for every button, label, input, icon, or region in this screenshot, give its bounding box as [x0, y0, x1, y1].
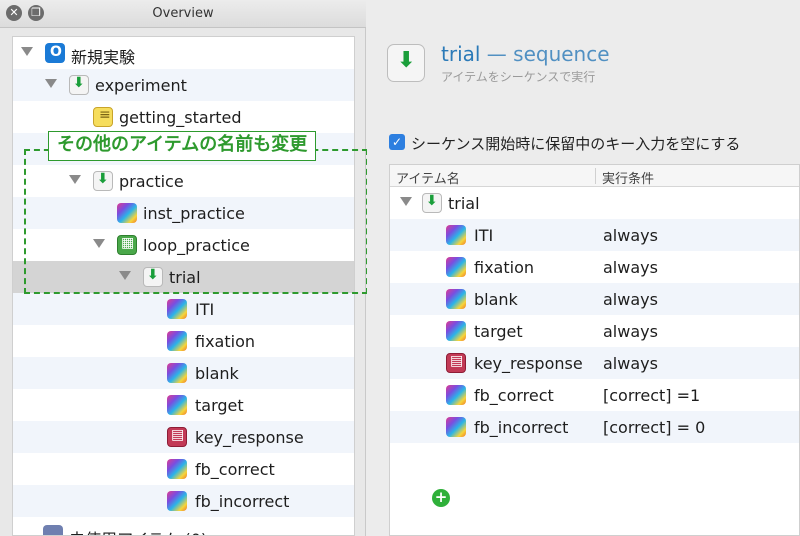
row-item-name: blank [474, 290, 518, 309]
table-row[interactable]: fixation always [390, 251, 799, 283]
table-row[interactable]: ITI always [390, 219, 799, 251]
table-row[interactable]: blank always [390, 283, 799, 315]
tree-item-label: 新規実験 [71, 48, 136, 67]
overview-panel: ✕ ❐ Overview 新規実験 experiment getting_sta… [0, 0, 368, 536]
row-run-if[interactable]: always [603, 322, 658, 341]
annotation-dashed-box [24, 149, 368, 294]
sketchpad-icon [446, 289, 466, 309]
sketchpad-icon [446, 321, 466, 341]
row-item-name: key_response [474, 354, 583, 373]
tree-item-label: fb_incorrect [195, 492, 290, 511]
tree-item-getting-started[interactable]: getting_started [13, 101, 354, 133]
row-run-if[interactable]: [correct] =1 [603, 386, 700, 405]
column-header-item-name[interactable]: アイテム名 [396, 168, 460, 187]
tree-item-fixation[interactable]: fixation [13, 325, 354, 357]
table-header: アイテム名 実行条件 [390, 165, 799, 187]
keyboard-response-icon [446, 353, 466, 373]
sketchpad-icon [446, 417, 466, 437]
tree-item-iti[interactable]: ITI [13, 293, 354, 325]
sketchpad-icon [446, 257, 466, 277]
tree-item-blank[interactable]: blank [13, 357, 354, 389]
expand-arrow-icon[interactable] [45, 79, 57, 88]
flush-keyboard-label[interactable]: シーケンス開始時に保留中のキー入力を空にする [411, 133, 740, 154]
row-run-if[interactable]: always [603, 258, 658, 277]
row-item-name: target [474, 322, 523, 341]
tree-item-experiment[interactable]: experiment [13, 69, 354, 101]
tree-item-label: fb_correct [195, 460, 275, 479]
sequence-editor: trial — sequence アイテムをシーケンスで実行 ✓ シーケンス開始… [367, 0, 800, 536]
row-item-name: fb_incorrect [474, 418, 569, 437]
tree-item-label: blank [195, 364, 239, 383]
tree-item-label: experiment [95, 76, 187, 95]
tree-item-label: fixation [195, 332, 255, 351]
table-row-root[interactable]: trial [390, 187, 799, 219]
sequence-icon [387, 44, 425, 82]
tree-item-label: getting_started [119, 108, 242, 127]
sequence-table[interactable]: アイテム名 実行条件 trial ITI always fixation alw… [389, 164, 800, 536]
tree-item-label: key_response [195, 428, 304, 447]
table-row[interactable]: fb_correct [correct] =1 [390, 379, 799, 411]
row-run-if[interactable]: [correct] = 0 [603, 418, 705, 437]
tree-item-label: ITI [195, 300, 215, 319]
sketchpad-icon [167, 331, 187, 351]
unused-items-icon [43, 525, 63, 535]
tree-item-target[interactable]: target [13, 389, 354, 421]
tree-item-root[interactable]: 新規実験 [13, 37, 354, 69]
sketchpad-icon [167, 491, 187, 511]
plus-icon[interactable]: + [432, 489, 450, 507]
sketchpad-icon [167, 299, 187, 319]
table-row-empty[interactable] [390, 443, 799, 475]
row-run-if[interactable]: always [603, 290, 658, 309]
annotation-label: その他のアイテムの名前も変更 [48, 131, 317, 161]
overview-titlebar: ✕ ❐ Overview [0, 0, 366, 28]
sketchpad-icon [446, 225, 466, 245]
tree-item-label: target [195, 396, 244, 415]
row-run-if[interactable]: always [603, 354, 658, 373]
expand-arrow-icon[interactable] [21, 47, 33, 56]
panel-title: Overview [152, 6, 214, 21]
row-item-name: fb_correct [474, 386, 554, 405]
table-row[interactable]: fb_incorrect [correct] = 0 [390, 411, 799, 443]
keyboard-response-icon [167, 427, 187, 447]
item-description[interactable]: アイテムをシーケンスで実行 [441, 68, 595, 85]
row-item-name: trial [448, 194, 480, 213]
column-divider[interactable] [595, 168, 596, 184]
osweb-icon [45, 43, 65, 63]
sketchpad-icon [167, 459, 187, 479]
tree-item-fb-incorrect[interactable]: fb_incorrect [13, 485, 354, 517]
item-name[interactable]: trial [441, 42, 480, 66]
column-header-run-if[interactable]: 実行条件 [602, 168, 654, 187]
table-row[interactable]: key_response always [390, 347, 799, 379]
expand-arrow-icon[interactable] [400, 197, 412, 206]
sketchpad-icon [167, 363, 187, 383]
row-item-name: fixation [474, 258, 534, 277]
tree-item-key-response[interactable]: key_response [13, 421, 354, 453]
sketchpad-icon [446, 385, 466, 405]
item-title[interactable]: trial — sequence [441, 42, 610, 66]
notepad-icon [93, 107, 113, 127]
table-row[interactable]: target always [390, 315, 799, 347]
row-item-name: ITI [474, 226, 494, 245]
item-type: — sequence [480, 42, 610, 66]
sequence-icon [69, 75, 89, 95]
sketchpad-icon [167, 395, 187, 415]
tree-item-label: 未使用アイテム (0) [69, 526, 207, 535]
tree-item-unused[interactable]: 未使用アイテム (0) [13, 519, 354, 535]
flush-keyboard-checkbox[interactable]: ✓ [389, 134, 405, 150]
sequence-icon [422, 193, 442, 213]
tree-item-fb-correct[interactable]: fb_correct [13, 453, 354, 485]
row-run-if[interactable]: always [603, 226, 658, 245]
